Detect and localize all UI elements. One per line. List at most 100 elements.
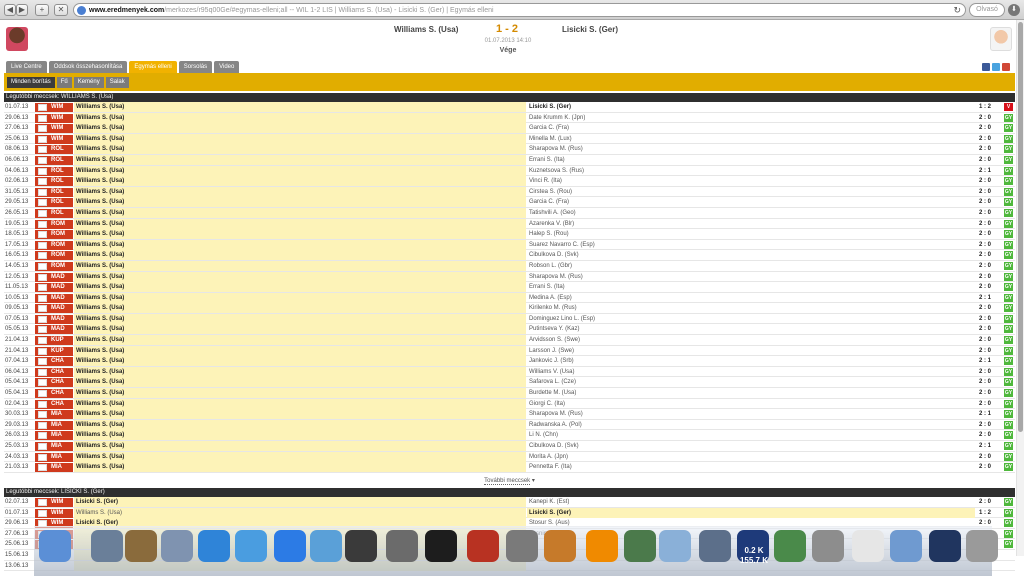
table-row[interactable]: 09.05.13 MAD Williams S. (Usa) Kirilenko M.… <box>4 303 1015 314</box>
home-player-cell[interactable]: Williams S. (Usa) <box>74 441 526 451</box>
table-row[interactable]: 21.04.13 KUP Williams S. (Usa) Arvidsson S.… <box>4 335 1015 346</box>
away-player-cell[interactable]: Suarez Navarro C. (Esp) <box>527 240 975 250</box>
home-player-cell[interactable]: Williams S. (Usa) <box>74 197 526 208</box>
home-player-cell[interactable]: Williams S. (Usa) <box>74 102 526 112</box>
tournament-badge[interactable]: WIM <box>35 498 73 507</box>
tournament-badge[interactable]: ROL <box>35 198 73 208</box>
downloads-icon[interactable]: ⬇ <box>1008 4 1020 16</box>
table-row[interactable]: 29.05.13 ROL Williams S. (Usa) Garcia C. (F… <box>4 197 1015 208</box>
away-player-cell[interactable]: Robson L. (Gbr) <box>527 261 975 271</box>
home-player-cell[interactable]: Williams S. (Usa) <box>74 218 526 229</box>
home-player-cell[interactable]: Williams S. (Usa) <box>74 282 526 293</box>
away-player-cell[interactable]: Li N. (Chn) <box>527 430 975 440</box>
tournament-badge[interactable]: CHA <box>35 357 73 367</box>
tournament-badge[interactable]: MAD <box>35 272 73 282</box>
cube-icon[interactable] <box>659 530 691 562</box>
home-player-cell[interactable]: Williams S. (Usa) <box>74 229 526 240</box>
away-player-cell[interactable]: Sharapova M. (Rus) <box>527 272 975 282</box>
tournament-badge[interactable]: CHA <box>35 378 73 388</box>
tournament-badge[interactable]: MAD <box>35 283 73 293</box>
table-row[interactable]: 02.04.13 CHA Williams S. (Usa) Giorgi C. (I… <box>4 398 1015 410</box>
facebook-icon[interactable] <box>982 63 990 71</box>
away-player-cell[interactable]: Arvidsson S. (Swe) <box>527 335 975 345</box>
tab-odds[interactable]: Oddsok összehasonlítása <box>48 61 128 73</box>
away-player-cell[interactable]: Azarenka V. (Blr) <box>527 219 975 229</box>
tournament-badge[interactable]: ROL <box>35 145 73 155</box>
tournament-badge[interactable]: ROL <box>35 177 73 187</box>
away-player-cell[interactable]: Medina A. (Esp) <box>527 293 975 303</box>
tournament-badge[interactable]: WIM <box>35 103 73 112</box>
table-row[interactable]: 05.04.13 CHA Williams S. (Usa) Safarova L. … <box>4 377 1015 389</box>
tournament-badge[interactable]: CHA <box>35 389 73 399</box>
gear-icon[interactable] <box>506 530 538 562</box>
away-player-cell[interactable]: Kanepi K. (Est) <box>527 497 975 507</box>
table-row[interactable]: 05.05.13 MAD Williams S. (Usa) Putintseva Y… <box>4 324 1015 336</box>
tools-button[interactable]: ✕ <box>54 4 68 16</box>
photo-icon[interactable] <box>161 530 193 562</box>
away-player-cell[interactable]: Cibulkova D. (Svk) <box>527 250 975 260</box>
away-player-name[interactable]: Lisicki S. (Ger) <box>562 25 618 34</box>
table-row[interactable]: 02.07.13 WIM Lisicki S. (Ger) Kanepi K. (Es… <box>4 497 1015 508</box>
away-player-cell[interactable]: Errani S. (Ita) <box>527 282 975 292</box>
tournament-badge[interactable]: ROL <box>35 155 73 165</box>
table-row[interactable]: 24.03.13 MIA Williams S. (Usa) Morita A. (J… <box>4 451 1015 463</box>
table-row[interactable]: 02.06.13 ROL Williams S. (Usa) Vinci R. (It… <box>4 176 1015 187</box>
away-player-cell[interactable]: Williams V. (Usa) <box>527 367 975 377</box>
home-player-cell[interactable]: Williams S. (Usa) <box>74 239 526 250</box>
home-player-cell[interactable]: Williams S. (Usa) <box>74 313 526 324</box>
table-row[interactable]: 29.03.13 MIA Williams S. (Usa) Radwanska A.… <box>4 419 1015 431</box>
table-row[interactable]: 07.04.13 CHA Williams S. (Usa) Jankovic J. … <box>4 356 1015 367</box>
preview-icon[interactable] <box>91 530 123 562</box>
home-player-cell[interactable]: Williams S. (Usa) <box>74 335 526 346</box>
home-player-cell[interactable]: Williams S. (Usa) <box>74 366 526 377</box>
tournament-badge[interactable]: CHA <box>35 399 73 409</box>
iphoto-icon[interactable] <box>310 530 342 562</box>
tab-clay[interactable]: Salak <box>105 77 129 88</box>
table-row[interactable]: 06.06.13 ROL Williams S. (Usa) Errani S. (I… <box>4 154 1015 166</box>
table-row[interactable]: 14.05.13 ROM Williams S. (Usa) Robson L. (G… <box>4 260 1015 272</box>
away-player-cell[interactable]: Lisicki S. (Ger) <box>527 507 975 518</box>
home-player-name[interactable]: Williams S. (Usa) <box>394 25 458 34</box>
home-player-cell[interactable]: Williams S. (Usa) <box>74 430 526 441</box>
away-player-cell[interactable]: Cibulkova D. (Svk) <box>527 441 975 451</box>
calculator-icon[interactable] <box>812 530 844 562</box>
away-player-cell[interactable]: Garcia C. (Fra) <box>527 123 975 133</box>
reload-icon[interactable]: ↻ <box>953 5 961 16</box>
tournament-badge[interactable]: MIA <box>35 442 73 451</box>
away-player-cell[interactable]: Jankovic J. (Srb) <box>527 356 975 366</box>
away-player-cell[interactable]: Morita A. (Jpn) <box>527 452 975 462</box>
more-matches-link[interactable]: További meccsek ▾ <box>4 476 1015 486</box>
table-row[interactable]: 08.06.13 ROL Williams S. (Usa) Sharapova M.… <box>4 144 1015 155</box>
tab-all-surfaces[interactable]: Minden borítás <box>7 77 55 88</box>
tournament-badge[interactable]: ROM <box>35 219 73 229</box>
tournament-badge[interactable]: ROM <box>35 230 73 240</box>
table-row[interactable]: 21.03.13 MIA Williams S. (Usa) Pennetta F. … <box>4 462 1015 473</box>
itunes-icon[interactable] <box>345 530 377 562</box>
tournament-badge[interactable]: ROM <box>35 251 73 261</box>
tab-live-centre[interactable]: Live Centre <box>6 61 47 73</box>
tournament-badge[interactable]: MIA <box>35 420 73 430</box>
away-player-cell[interactable]: Safarova L. (Cze) <box>527 377 975 387</box>
trash-icon[interactable] <box>966 530 998 562</box>
imovie-icon[interactable] <box>425 530 457 562</box>
table-row[interactable]: 27.06.13 WIM Williams S. (Usa) Garcia C. (F… <box>4 123 1015 134</box>
home-player-cell[interactable]: Williams S. (Usa) <box>74 462 526 473</box>
home-player-cell[interactable]: Williams S. (Usa) <box>74 451 526 462</box>
table-row[interactable]: 01.07.13 WIM Williams S. (Usa) Lisicki S. (… <box>4 102 1015 113</box>
table-row[interactable]: 01.07.13 WIM Williams S. (Usa) Lisicki S. (… <box>4 507 1015 519</box>
twitter-icon[interactable] <box>992 63 1000 71</box>
tournament-badge[interactable]: MIA <box>35 463 73 473</box>
away-player-cell[interactable]: Errani S. (Ita) <box>527 155 975 165</box>
tournament-badge[interactable]: MIA <box>35 410 73 420</box>
tournament-badge[interactable]: MIA <box>35 431 73 441</box>
table-row[interactable]: 10.05.13 MAD Williams S. (Usa) Medina A. (E… <box>4 292 1015 304</box>
home-player-cell[interactable]: Williams S. (Usa) <box>74 186 526 197</box>
away-player-cell[interactable]: Sharapova M. (Rus) <box>527 409 975 419</box>
tournament-badge[interactable]: ROL <box>35 208 73 218</box>
home-player-cell[interactable]: Williams S. (Usa) <box>74 260 526 271</box>
tournament-badge[interactable]: ROM <box>35 261 73 271</box>
table-row[interactable]: 25.03.13 MIA Williams S. (Usa) Cibulkova D.… <box>4 441 1015 452</box>
away-player-cell[interactable]: Halep S. (Rou) <box>527 229 975 239</box>
reader-button[interactable]: Olvasó <box>969 3 1005 17</box>
url-bar[interactable]: www.eredmenyek.com/merkozes/r95q00Ge/#eg… <box>73 3 966 17</box>
